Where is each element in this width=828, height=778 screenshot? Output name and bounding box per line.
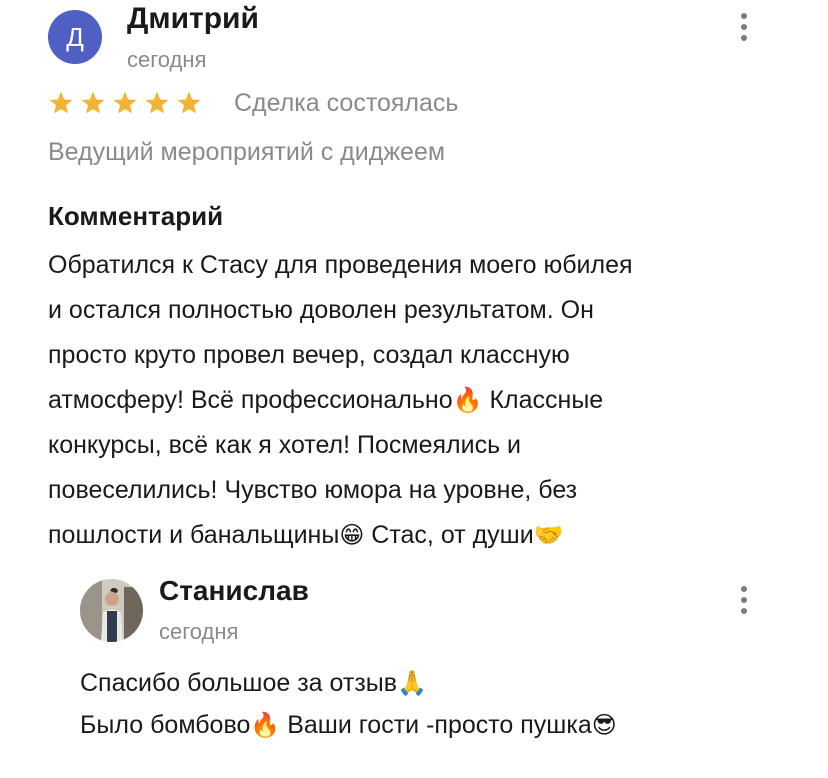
reply-more-button[interactable] [732,582,756,618]
kebab-menu-icon [741,13,747,41]
comment-line: конкурсы, всё как я хотел! Посмеялись и [48,431,522,459]
comment-line: Обратился к Стасу для проведения моего ю… [48,251,633,279]
rating-stars [48,90,202,116]
user-photo-icon [80,579,143,642]
author-avatar[interactable]: Д [48,10,102,64]
comment-heading: Комментарий [48,201,224,231]
reply-avatar[interactable] [80,579,143,642]
service-name: Ведущий мероприятий с диджеем [48,138,446,166]
star-icon [49,91,73,114]
comment-line: просто круто провел вечер, создал классн… [48,341,570,369]
comment-text: Обратился к Стасу для проведения моего ю… [48,243,808,558]
review-date: сегодня [127,47,207,72]
review-more-button[interactable] [732,9,756,45]
reply-text: Спасибо большое за отзыв🙏 Было бомбово🔥 … [80,662,800,746]
folded-hands-emoji-icon: 🙏 [397,669,427,697]
star-icon [81,91,105,114]
comment-line: и остался полностью доволен результатом.… [48,296,594,324]
fire-emoji-icon: 🔥 [250,711,281,739]
star-icon [113,91,137,114]
reply-line: Было бомбово🔥 Ваши гости -просто пушка😎 [80,711,617,739]
comment-line: атмосферу! Всё профессионально🔥 Классные [48,386,604,414]
reply-date: сегодня [159,619,239,644]
reply-line: Спасибо большое за отзыв🙏 [80,669,427,697]
comment-line: пошлости и банальщины😁 Стас, от души🤝 [48,521,564,549]
fire-emoji-icon: 🔥 [452,386,483,414]
star-icon [145,91,169,114]
author-avatar-letter: Д [66,21,84,52]
handshake-emoji-icon: 🤝 [533,521,564,549]
kebab-menu-icon [741,586,747,614]
comment-line: повеселились! Чувство юмора на уровне, б… [48,476,578,504]
deal-status: Сделка состоялась [234,89,459,117]
reply-author-name[interactable]: Станислав [159,575,309,607]
grinning-emoji-icon: 😁 [339,521,365,549]
star-icon [177,91,201,114]
sunglasses-emoji-icon: 😎 [591,711,617,739]
review-card: Д Дмитрий сегодня Сделка состоялась Веду… [0,0,828,778]
author-name[interactable]: Дмитрий [127,2,259,36]
